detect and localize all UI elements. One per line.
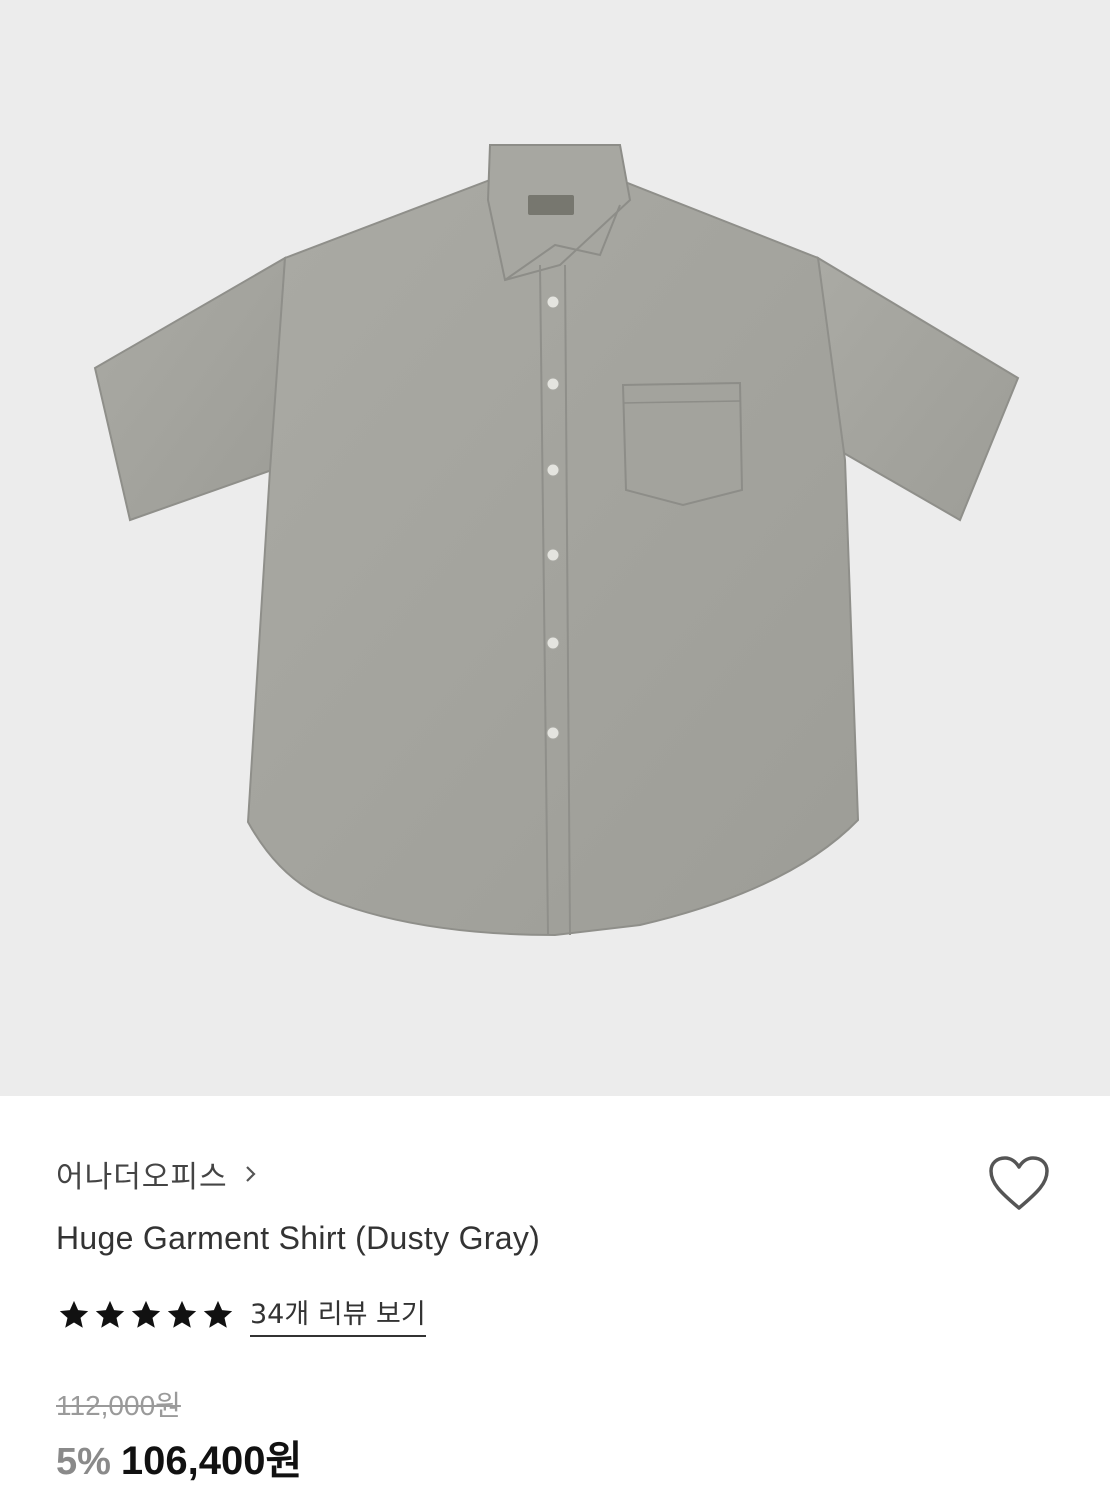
review-link[interactable]: 34개 리뷰 보기 bbox=[250, 1292, 426, 1337]
star-icon bbox=[56, 1298, 92, 1332]
star-icon bbox=[128, 1298, 164, 1332]
shirt-illustration bbox=[93, 144, 1020, 937]
product-title: Huge Garment Shirt (Dusty Gray) bbox=[56, 1220, 541, 1256]
star-icon bbox=[200, 1298, 236, 1332]
rating-row: 34개 리뷰 보기 bbox=[56, 1292, 426, 1337]
wishlist-heart-icon[interactable] bbox=[986, 1154, 1052, 1214]
brand-link[interactable]: 어나더오피스 bbox=[56, 1152, 258, 1196]
original-price: 112,000원 bbox=[56, 1390, 181, 1421]
product-image[interactable] bbox=[0, 0, 1110, 1096]
product-info: 어나더오피스 Huge Garment Shirt (Dusty Gray) 3… bbox=[0, 1096, 1110, 1500]
star-icon bbox=[164, 1298, 200, 1332]
price-row: 5% 106,400원 bbox=[56, 1428, 302, 1486]
discount-rate: 5% bbox=[56, 1441, 111, 1483]
star-icon bbox=[92, 1298, 128, 1332]
sale-price: 106,400원 bbox=[120, 1439, 303, 1483]
brand-name: 어나더오피스 bbox=[56, 1160, 228, 1195]
star-rating bbox=[56, 1298, 236, 1332]
chevron-right-icon bbox=[244, 1162, 258, 1186]
